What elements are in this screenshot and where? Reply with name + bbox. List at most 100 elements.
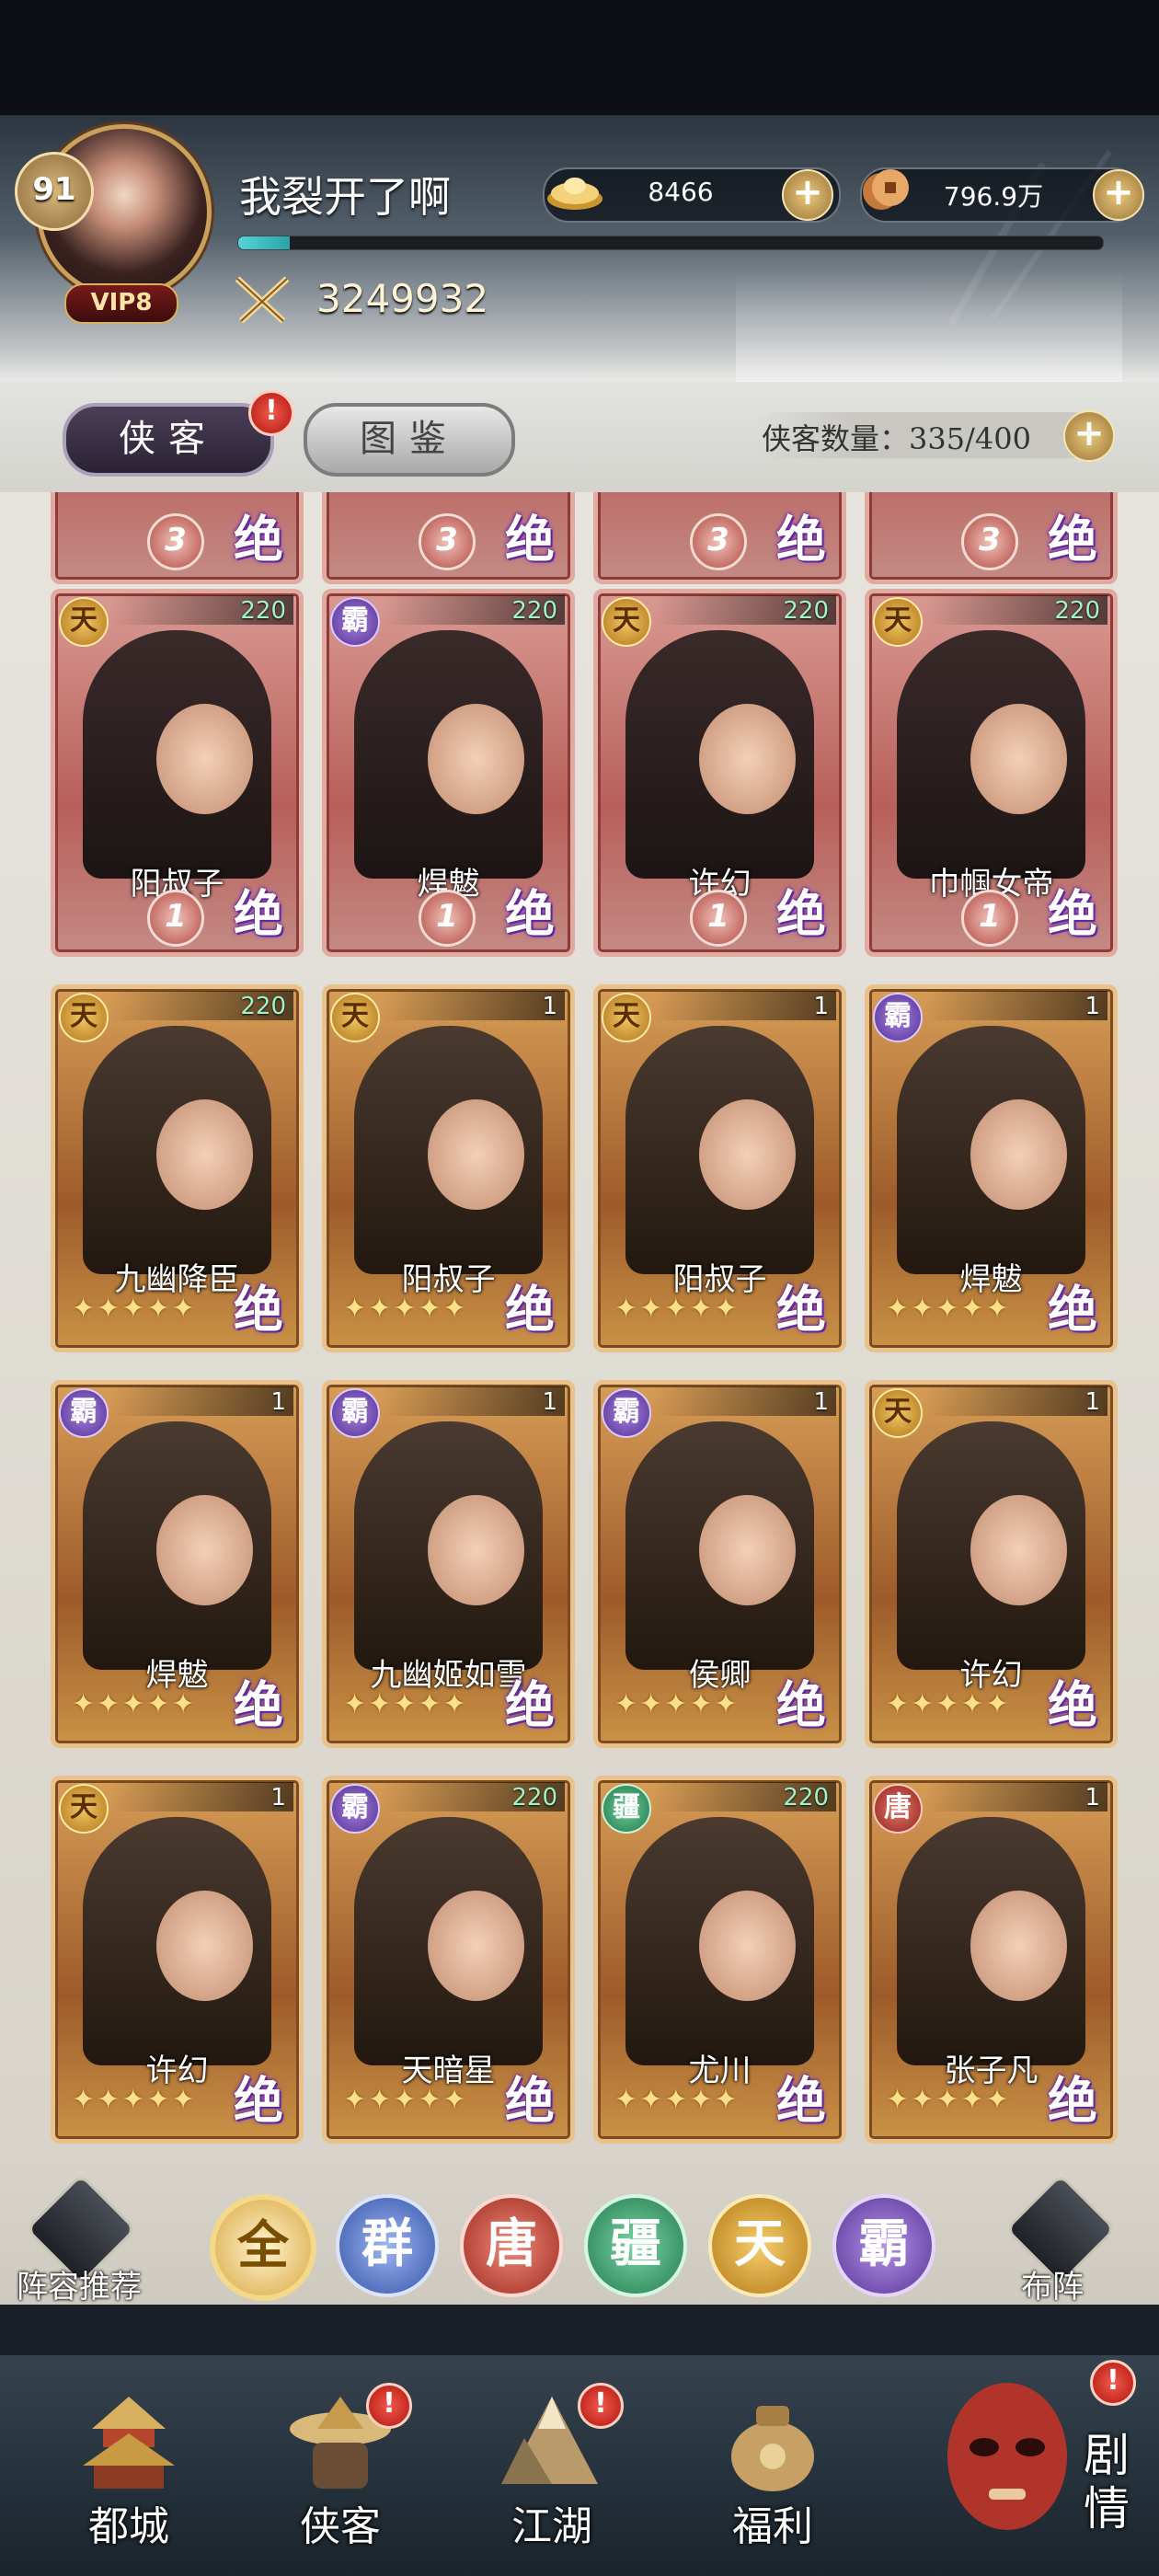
hero-portrait: [625, 1026, 814, 1274]
hero-level: 1: [1084, 1388, 1100, 1416]
level-strip: [924, 1386, 1107, 1416]
hero-card[interactable]: 霸 1 焊魃 ✦✦✦✦✦ 绝: [51, 1380, 304, 1748]
hero-face: [156, 1891, 253, 2001]
jue-badge: 绝: [234, 884, 283, 943]
rank-coin: 1: [419, 890, 476, 947]
rank-coin: 1: [961, 890, 1018, 947]
status-area: [0, 0, 1159, 115]
hero-portrait: [897, 630, 1085, 879]
combat-power-value: 3249932: [316, 276, 489, 321]
hero-level: 220: [240, 993, 286, 1020]
hero-portrait: [83, 1817, 271, 2065]
hero-face: [970, 1495, 1067, 1605]
jue-badge: 绝: [234, 510, 283, 569]
add-gold-button[interactable]: +: [782, 169, 833, 221]
hero-portrait: [625, 1817, 814, 2065]
hero-card[interactable]: 唐 1 张子凡 ✦✦✦✦✦ 绝: [865, 1776, 1118, 2144]
star-rating: ✦✦✦✦✦: [343, 2084, 468, 2116]
hero-card[interactable]: 天 220 许幻 1 绝: [593, 589, 846, 957]
hero-face: [970, 1891, 1067, 2001]
team-recommend-label[interactable]: 阵容推荐: [17, 2261, 142, 2306]
hero-portrait: [897, 1421, 1085, 1670]
filter-tang[interactable]: 唐: [460, 2194, 563, 2297]
hero-card[interactable]: 天 220 巾帼女帝 1 绝: [865, 589, 1118, 957]
faction-badge: 天: [602, 993, 651, 1042]
hero-card[interactable]: 霸 220 焊魃 1 绝: [322, 589, 575, 957]
star-rating: ✦✦✦✦✦: [72, 2084, 197, 2116]
hero-face: [156, 1495, 253, 1605]
gold-ingot-icon: [547, 178, 602, 210]
nav-welfare-label: 福利: [732, 2503, 813, 2550]
deploy-label[interactable]: 布阵: [1021, 2261, 1084, 2306]
hero-card[interactable]: 天 1 阳叔子 ✦✦✦✦✦ 绝: [322, 984, 575, 1352]
hero-card[interactable]: 天 1 许幻 ✦✦✦✦✦ 绝: [51, 1776, 304, 2144]
jue-badge: 绝: [234, 1675, 283, 1734]
faction-badge: 唐: [873, 1784, 923, 1834]
faction-badge: 天: [330, 993, 380, 1042]
faction-badge: 霸: [602, 1388, 651, 1438]
hero-level: 1: [270, 1388, 286, 1416]
nav-welfare[interactable]: 福利: [681, 2392, 865, 2558]
jue-badge: 绝: [505, 1280, 555, 1339]
nav-city-label: 都城: [88, 2503, 169, 2550]
hero-card[interactable]: 霸 1 焊魃 ✦✦✦✦✦ 绝: [865, 984, 1118, 1352]
nav-jianghu-label: 江湖: [511, 2503, 592, 2550]
hero-face: [699, 1891, 796, 2001]
hero-portrait: [897, 1026, 1085, 1274]
hero-card[interactable]: 天 220 九幽降臣 ✦✦✦✦✦ 绝: [51, 984, 304, 1352]
filter-qun[interactable]: 群: [336, 2194, 439, 2297]
faction-badge: 天: [59, 597, 109, 647]
filter-jiang[interactable]: 疆: [584, 2194, 687, 2297]
hero-card[interactable]: 天 220 阳叔子 1 绝: [51, 589, 304, 957]
hero-level: 220: [783, 1784, 829, 1811]
jue-badge: 绝: [776, 510, 826, 569]
faction-badge: 天: [873, 1388, 923, 1438]
hero-level: 220: [240, 597, 286, 625]
hero-face: [428, 704, 524, 814]
hero-portrait: [625, 1421, 814, 1670]
mask-icon: [947, 2383, 1067, 2530]
level-strip: [382, 991, 565, 1020]
filter-all[interactable]: 全: [210, 2194, 316, 2301]
vip-badge[interactable]: VIP8: [64, 283, 178, 324]
player-avatar[interactable]: 91 VIP8: [15, 115, 212, 327]
rank-coin: 3: [690, 513, 747, 570]
hero-card[interactable]: 疆 220 尤川 ✦✦✦✦✦ 绝: [593, 1776, 846, 2144]
hero-count: 侠客数量：335/400: [762, 421, 1031, 456]
experience-bar: [237, 236, 1104, 250]
hero-card[interactable]: 霸 1 侯卿 ✦✦✦✦✦ 绝: [593, 1380, 846, 1748]
level-strip: [924, 991, 1107, 1020]
gold-ingot-value: 8466: [648, 177, 714, 207]
nav-jianghu-alert: !: [578, 2383, 624, 2429]
jue-badge: 绝: [1048, 510, 1097, 569]
hero-card[interactable]: 天 1 许幻 ✦✦✦✦✦ 绝: [865, 1380, 1118, 1748]
filter-ba[interactable]: 霸: [832, 2194, 935, 2297]
jue-badge: 绝: [505, 2071, 555, 2130]
jue-badge: 绝: [776, 2071, 826, 2130]
hero-portrait: [83, 630, 271, 879]
level-strip: [110, 1782, 293, 1811]
tab-codex[interactable]: 图鉴: [304, 403, 515, 477]
jue-badge: 绝: [1048, 884, 1097, 943]
filter-tian[interactable]: 天: [708, 2194, 811, 2297]
hero-portrait: [354, 630, 543, 879]
jue-badge: 绝: [1048, 1280, 1097, 1339]
expand-hero-capacity-button[interactable]: +: [1063, 410, 1115, 462]
hero-level: 1: [542, 1388, 557, 1416]
add-copper-button[interactable]: +: [1093, 169, 1144, 221]
hero-face: [428, 1099, 524, 1210]
heroes-alert-badge: !: [248, 390, 294, 436]
star-rating: ✦✦✦✦✦: [72, 1293, 197, 1325]
jue-badge: 绝: [776, 884, 826, 943]
level-strip: [924, 1782, 1107, 1811]
hero-card[interactable]: 霸 1 九幽姬如雪 ✦✦✦✦✦ 绝: [322, 1380, 575, 1748]
nav-heroes[interactable]: 侠客 !: [248, 2383, 432, 2558]
hero-face: [156, 1099, 253, 1210]
nav-city[interactable]: 都城: [37, 2392, 221, 2558]
jue-badge: 绝: [1048, 1675, 1097, 1734]
hero-card[interactable]: 霸 220 天暗星 ✦✦✦✦✦ 绝: [322, 1776, 575, 2144]
nav-jianghu[interactable]: 江湖 !: [460, 2383, 644, 2558]
story-button[interactable]: ! 剧情: [929, 2351, 1159, 2576]
hero-card[interactable]: 天 1 阳叔子 ✦✦✦✦✦ 绝: [593, 984, 846, 1352]
tab-heroes[interactable]: 侠客: [63, 403, 274, 477]
